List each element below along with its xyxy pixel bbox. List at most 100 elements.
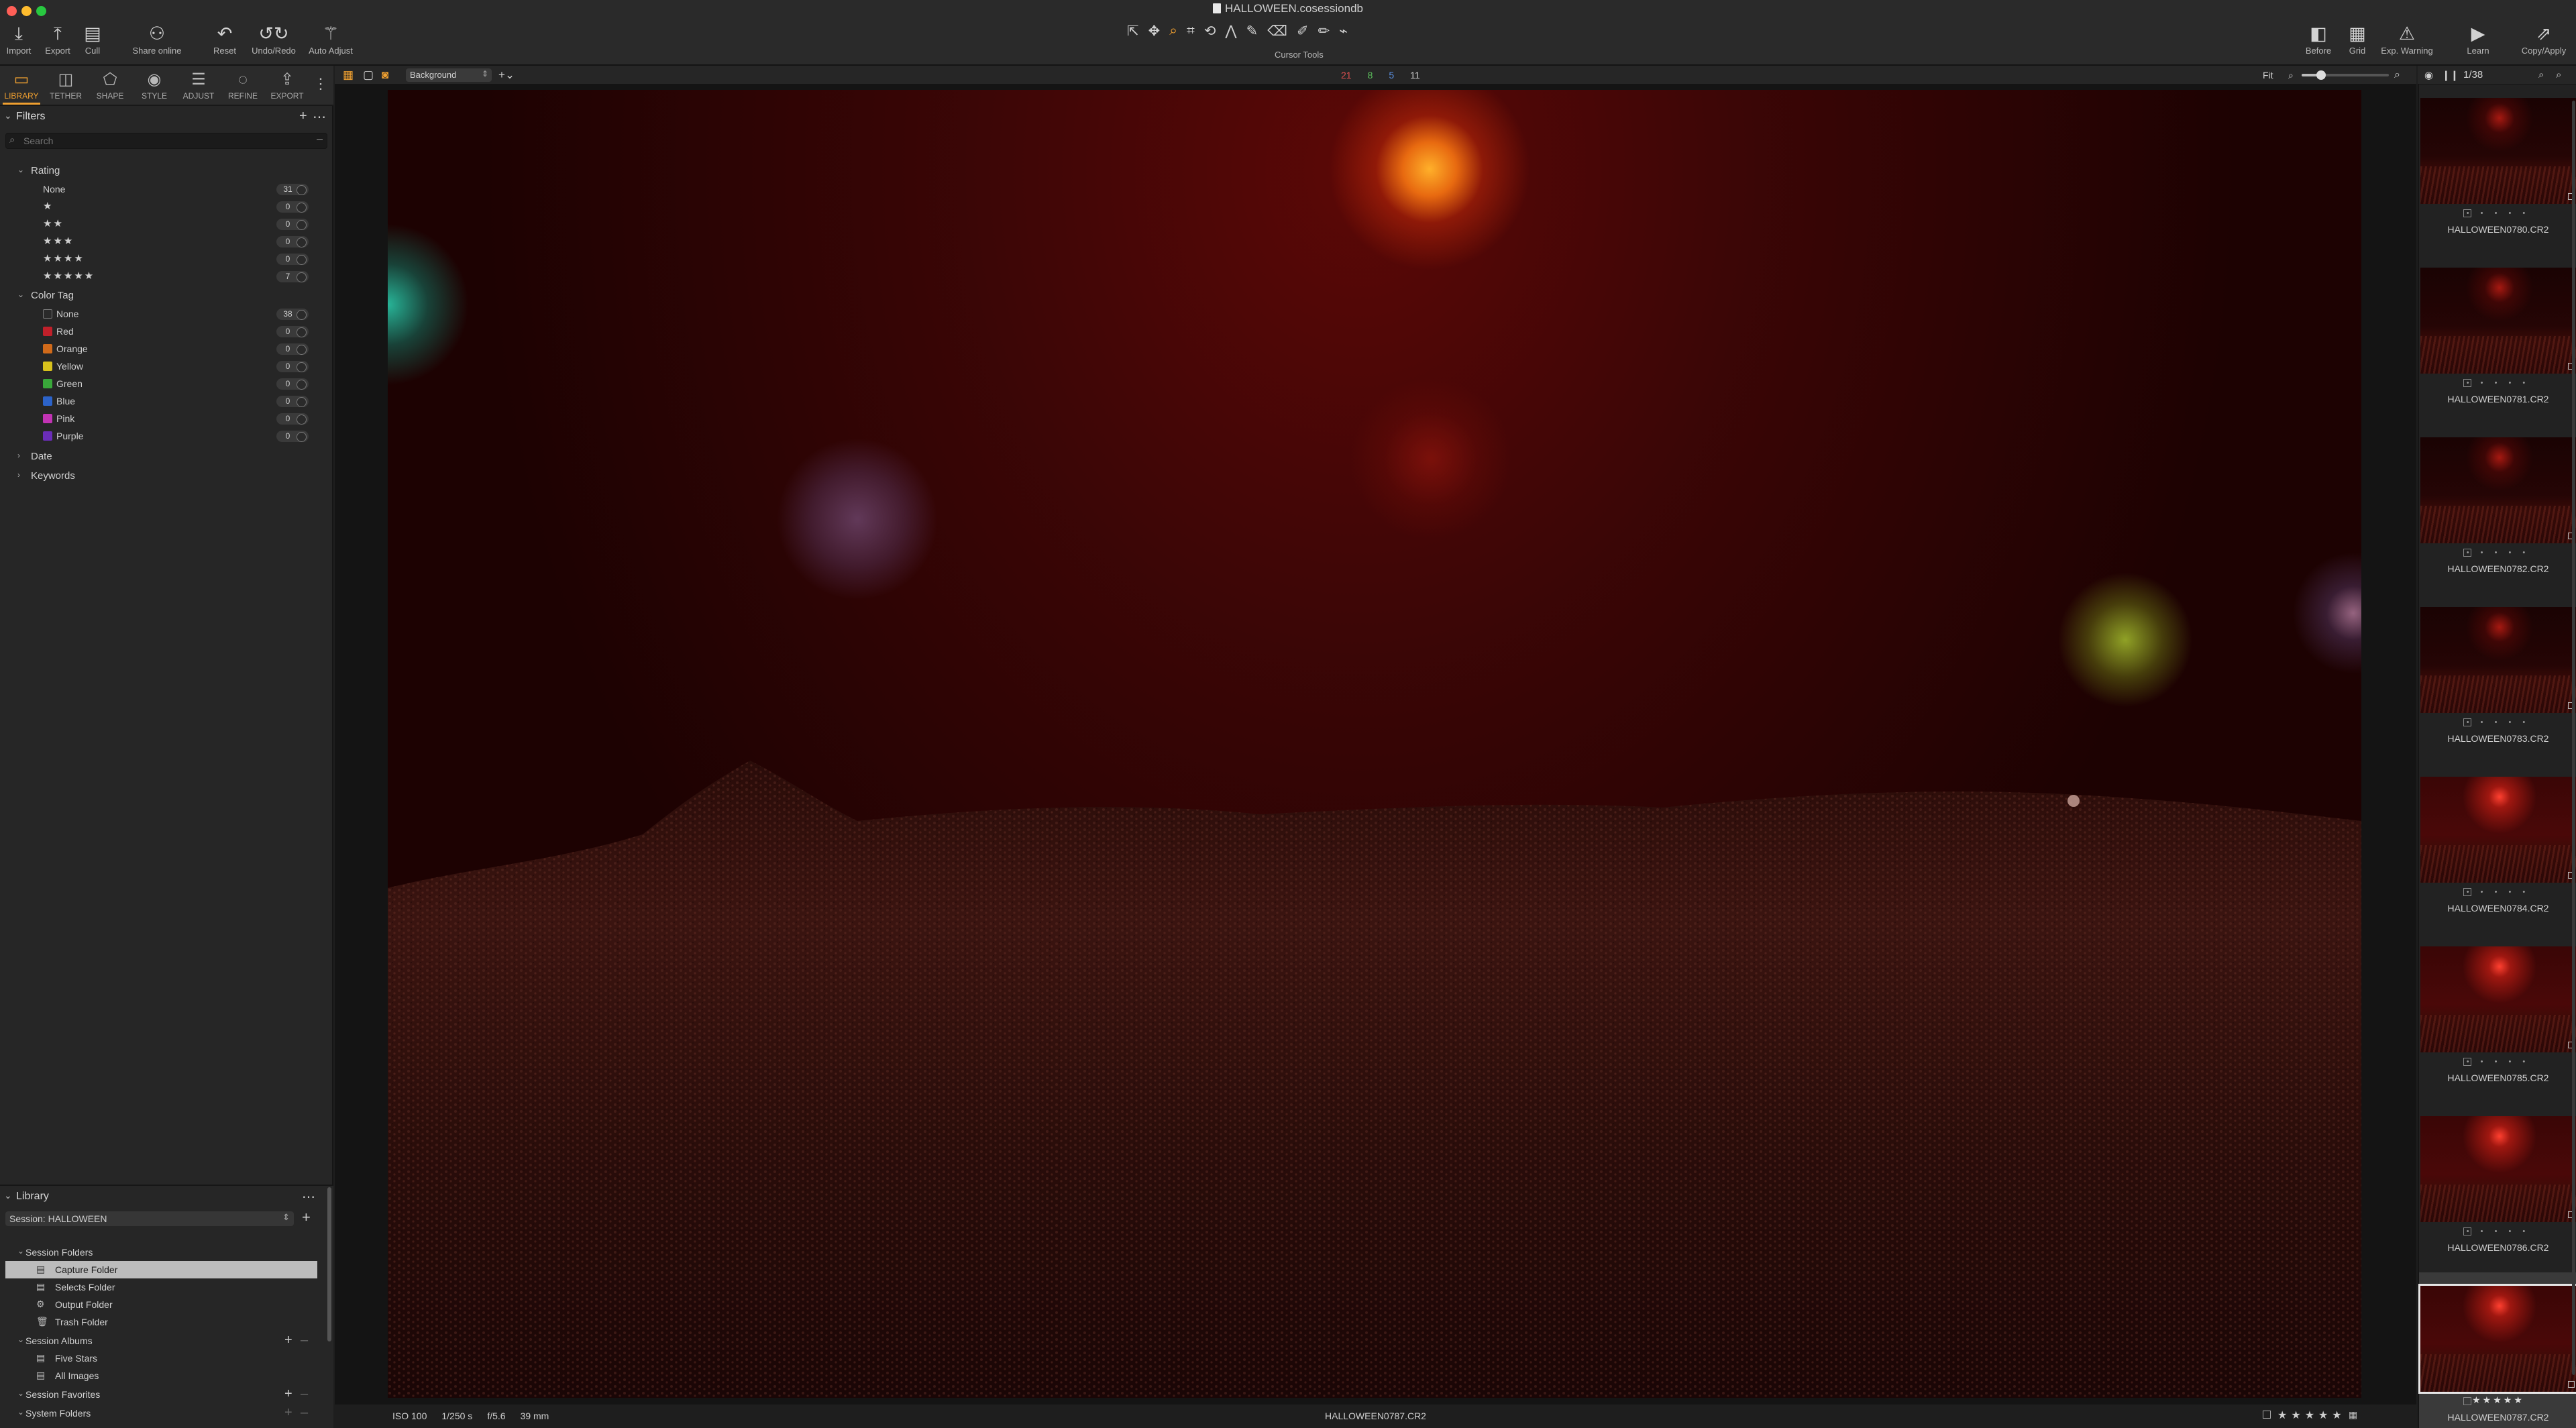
crop-cursor-icon[interactable]: ⌗	[1187, 23, 1195, 43]
eraser-cursor-icon[interactable]: ⌫	[1267, 23, 1287, 43]
session-select[interactable]: Session: HALLOWEEN ⇕	[5, 1211, 294, 1226]
zoom-in-icon[interactable]: ⌕	[2394, 69, 2400, 81]
keywords-group-header[interactable]: › Keywords	[0, 468, 333, 485]
tab-shape[interactable]: ⬠ SHAPE	[89, 68, 131, 101]
tab-refine[interactable]: ◌ REFINE	[221, 68, 264, 101]
rating-group-header[interactable]: ⌄ Rating	[0, 162, 333, 180]
exposure-warning-button[interactable]: ⚠ Exp. Warning	[2375, 21, 2439, 56]
thumbnail-image[interactable]	[2420, 437, 2576, 543]
main-image[interactable]	[388, 90, 2361, 1398]
thumbnail-rating[interactable]: • • • • •	[2419, 379, 2576, 388]
thumbnail-rating[interactable]: • • • • •	[2419, 1227, 2576, 1237]
color-tag-row-orange[interactable]: Orange 0	[0, 340, 333, 358]
thumbnail-rating[interactable]: • • • • •	[2419, 209, 2576, 219]
add-session-icon[interactable]: +	[302, 1209, 311, 1226]
share-online-button[interactable]: ⚇ Share online	[127, 21, 186, 56]
clear-search-icon[interactable]: –	[317, 133, 323, 146]
thumbnail[interactable]: ★★★★★ HALLOWEEN0787.CR2	[2418, 1272, 2576, 1428]
session-favorites-header[interactable]: ⌄ Session Favorites + –	[0, 1386, 333, 1403]
add-system-folder-icon[interactable]: +	[284, 1405, 292, 1421]
system-folders-header[interactable]: ⌄ System Folders + –	[0, 1405, 333, 1422]
thumbnail-image[interactable]	[2420, 777, 2576, 883]
pause-icon[interactable]: ❙❙	[2442, 69, 2459, 81]
thumbnail[interactable]: • • • • • HALLOWEEN0783.CR2	[2419, 594, 2576, 764]
cull-button[interactable]: ▤ Cull	[80, 21, 105, 56]
color-tag-row-none[interactable]: None 38	[0, 305, 333, 323]
rating-none-row[interactable]: None 31	[0, 180, 333, 198]
tab-style[interactable]: ◉ STYLE	[133, 68, 176, 101]
filter-search-input[interactable]	[23, 135, 305, 147]
thumbnail-image[interactable]	[2420, 98, 2576, 204]
thumbnail[interactable]: • • • • • HALLOWEEN0781.CR2	[2419, 254, 2576, 425]
rating-1-row[interactable]: ★ 0	[0, 198, 333, 215]
before-button[interactable]: ◧ Before	[2304, 21, 2333, 56]
thumbnail-image[interactable]	[2420, 268, 2576, 374]
add-filter-icon[interactable]: +	[299, 109, 307, 124]
date-group-header[interactable]: › Date	[0, 448, 333, 465]
more-tabs-icon[interactable]: ⋮	[313, 75, 328, 93]
library-more-icon[interactable]: ⋯	[302, 1189, 315, 1205]
output-folder-item[interactable]: ⚙ Output Folder	[5, 1296, 317, 1313]
reset-button[interactable]: ↶ Reset	[211, 21, 239, 56]
brush-cursor-icon[interactable]: ✎	[1246, 23, 1258, 43]
five-stars-album-item[interactable]: ▤ Five Stars	[5, 1350, 317, 1367]
thumbnail-image[interactable]	[2418, 1284, 2576, 1394]
zoom-cursor-icon[interactable]: ⌕	[1169, 23, 1177, 43]
current-rating-stars[interactable]: ★★★★★	[2277, 1409, 2346, 1422]
zoom-slider-knob[interactable]	[2316, 70, 2326, 80]
clone-cursor-icon[interactable]: ✏	[1318, 23, 1330, 43]
rating-3-row[interactable]: ★★★ 0	[0, 233, 333, 250]
selects-folder-item[interactable]: ▤ Selects Folder	[5, 1278, 317, 1296]
color-tag-row-yellow[interactable]: Yellow 0	[0, 358, 333, 375]
import-button[interactable]: ⤓ Import	[4, 21, 34, 56]
grid-button[interactable]: ▦ Grid	[2345, 21, 2369, 56]
proof-view-icon[interactable]: ◙	[382, 68, 388, 82]
filters-header[interactable]: ⌄ Filters + ⋯	[0, 107, 333, 127]
thumbnail[interactable]: • • • • • HALLOWEEN0784.CR2	[2419, 763, 2576, 934]
picker-cursor-icon[interactable]: ⌁	[1339, 23, 1348, 43]
thumbnail-rating[interactable]: • • • • •	[2419, 888, 2576, 897]
auto-adjust-button[interactable]: ⚚ Auto Adjust	[306, 21, 356, 56]
image-viewer[interactable]	[335, 85, 2416, 1405]
capture-folder-item[interactable]: ▤ Capture Folder	[5, 1261, 317, 1278]
color-tag-group-header[interactable]: ⌄ Color Tag	[0, 287, 333, 305]
color-tag-checkbox[interactable]	[2263, 1411, 2271, 1419]
add-favorite-icon[interactable]: +	[284, 1386, 292, 1402]
keystone-cursor-icon[interactable]: ⋀	[1225, 23, 1236, 43]
session-albums-header[interactable]: ⌄ Session Albums + –	[0, 1332, 333, 1350]
thumbnail-image[interactable]	[2420, 946, 2576, 1052]
single-view-icon[interactable]: ▢	[363, 68, 374, 82]
rating-5-row[interactable]: ★★★★★ 7	[0, 268, 333, 285]
thumbnail-rating[interactable]: ★★★★★	[2419, 1394, 2576, 1405]
multi-view-icon[interactable]: ▦	[343, 68, 354, 82]
thumbnail-rating[interactable]: • • • • •	[2419, 549, 2576, 558]
pan-cursor-icon[interactable]: ✥	[1148, 23, 1161, 43]
color-tag-row-purple[interactable]: Purple 0	[0, 427, 333, 445]
tab-tether[interactable]: ◫ TETHER	[44, 68, 87, 101]
rating-2-row[interactable]: ★★ 0	[0, 215, 333, 233]
color-tag-row-pink[interactable]: Pink 0	[0, 410, 333, 427]
color-tag-row-blue[interactable]: Blue 0	[0, 392, 333, 410]
library-scrollbar[interactable]	[327, 1187, 331, 1341]
layer-select[interactable]: Background ⇕	[406, 68, 492, 82]
remove-album-icon[interactable]: –	[301, 1333, 308, 1348]
filters-more-icon[interactable]: ⋯	[313, 109, 326, 125]
color-tag-row-green[interactable]: Green 0	[0, 375, 333, 392]
thumbnail[interactable]: • • • • • HALLOWEEN0780.CR2	[2419, 85, 2576, 255]
thumbnail-image[interactable]	[2420, 1116, 2576, 1222]
thumbnail-image[interactable]	[2420, 607, 2576, 713]
browser-search-icon[interactable]: ⌕	[2538, 69, 2544, 80]
thumbnail[interactable]: • • • • • HALLOWEEN0785.CR2	[2419, 933, 2576, 1103]
fit-button[interactable]: Fit	[2263, 70, 2273, 80]
thumbnail-rating[interactable]: • • • • •	[2419, 1058, 2576, 1067]
heal-cursor-icon[interactable]: ✐	[1297, 23, 1309, 43]
add-album-icon[interactable]: +	[284, 1333, 292, 1348]
add-layer-icon[interactable]: +⌄	[498, 68, 515, 82]
rating-4-row[interactable]: ★★★★ 0	[0, 250, 333, 268]
tab-adjust[interactable]: ☰ ADJUST	[177, 68, 220, 101]
remove-favorite-icon[interactable]: –	[301, 1386, 308, 1402]
session-folders-header[interactable]: ⌄ Session Folders	[0, 1244, 333, 1261]
browser-zoom-icon[interactable]: ⌕	[2556, 69, 2561, 80]
thumbnail[interactable]: • • • • • HALLOWEEN0786.CR2	[2419, 1103, 2576, 1273]
viewer-menu-icon[interactable]: ▦	[2349, 1409, 2357, 1421]
